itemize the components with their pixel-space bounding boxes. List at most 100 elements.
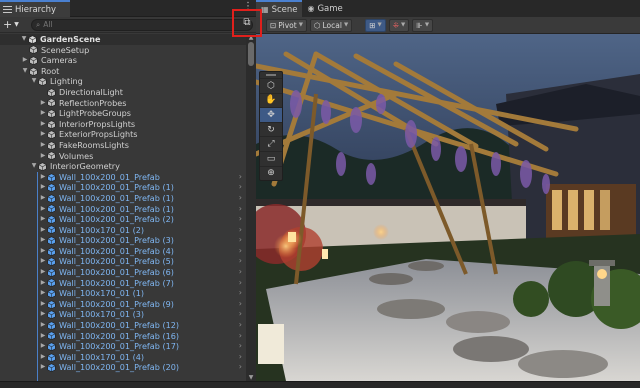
tree-row[interactable]: ▼ Lighting [0, 76, 246, 87]
tree-row[interactable]: ▶ Wall_100x200_01_Prefab (3) › [0, 235, 246, 246]
expand-arrow-down-icon[interactable]: ▼ [30, 161, 38, 172]
tree-row[interactable]: ▶ InteriorPropsLights [0, 119, 246, 130]
search-box[interactable]: ⌕ [31, 18, 253, 31]
rect-tool-icon[interactable]: ▭ [260, 150, 282, 166]
tree-row[interactable]: ▶ Volumes [0, 151, 246, 162]
tree-row[interactable]: ▶ ReflectionProbes [0, 98, 246, 109]
move-tool-icon[interactable]: ✥ [260, 107, 282, 122]
scene-root-row[interactable]: ▼ GardenScene [0, 34, 246, 45]
open-prefab-chevron-icon[interactable]: › [239, 182, 242, 193]
tree-row[interactable]: ▶ Wall_100x200_01_Prefab (6) › [0, 267, 246, 278]
tree-row[interactable]: SceneSetup [0, 45, 246, 56]
expand-arrow-right-icon[interactable]: ▶ [39, 140, 47, 151]
expand-arrow-right-icon[interactable]: ▶ [39, 225, 47, 236]
expand-arrow-right-icon[interactable]: ▶ [39, 256, 47, 267]
tree-row[interactable]: ▶ Wall_100x200_01_Prefab (20) › [0, 362, 246, 373]
snap-increment-button[interactable]: ⁜ ▼ [388, 18, 410, 32]
tree-row[interactable]: ▶ Wall_100x200_01_Prefab (1) › [0, 204, 246, 215]
scroll-down-icon[interactable]: ▼ [246, 374, 256, 381]
tree-row[interactable]: ▶ Wall_100x200_01_Prefab › [0, 172, 246, 183]
scale-tool-icon[interactable]: ⤢ [260, 136, 282, 151]
open-prefab-chevron-icon[interactable]: › [239, 214, 242, 225]
local-toggle-button[interactable]: ⬡ Local ▼ [309, 18, 353, 32]
expand-arrow-right-icon[interactable]: ▶ [39, 299, 47, 310]
expand-arrow-right-icon[interactable]: ▶ [39, 151, 47, 162]
expand-arrow-right-icon[interactable]: ▶ [39, 235, 47, 246]
open-prefab-chevron-icon[interactable]: › [239, 256, 242, 267]
expand-arrow-right-icon[interactable]: ▶ [39, 204, 47, 215]
grid-plane-button[interactable]: ⊪ ▼ [412, 18, 434, 32]
add-object-button[interactable]: + ▼ [3, 18, 27, 31]
tree-row[interactable]: ▶ Wall_100x200_01_Prefab (12) › [0, 320, 246, 331]
tree-row[interactable]: ▶ Wall_100x200_01_Prefab (9) › [0, 299, 246, 310]
expand-arrow-right-icon[interactable]: ▶ [39, 288, 47, 299]
expand-arrow-right-icon[interactable]: ▶ [39, 182, 47, 193]
open-prefab-chevron-icon[interactable]: › [239, 246, 242, 257]
expand-arrow-right-icon[interactable]: ▶ [39, 362, 47, 373]
expand-arrow-right-icon[interactable]: ▶ [39, 108, 47, 119]
open-prefab-chevron-icon[interactable]: › [239, 288, 242, 299]
tree-row[interactable]: ▶ Wall_100x200_01_Prefab (16) › [0, 331, 246, 342]
expand-arrow-right-icon[interactable]: ▶ [39, 341, 47, 352]
tree-row[interactable]: ▶ ExteriorPropsLights [0, 129, 246, 140]
tree-row[interactable]: ▶ Wall_100x200_01_Prefab (7) › [0, 278, 246, 289]
tree-row[interactable]: ▶ Cameras [0, 55, 246, 66]
expand-arrow-right-icon[interactable]: ▶ [39, 129, 47, 140]
open-prefab-chevron-icon[interactable]: › [239, 278, 242, 289]
open-prefab-chevron-icon[interactable]: › [239, 352, 242, 363]
expand-arrow-right-icon[interactable]: ▶ [39, 267, 47, 278]
expand-arrow-down-icon[interactable]: ▼ [30, 76, 38, 87]
expand-arrow-right-icon[interactable]: ▶ [39, 172, 47, 183]
expand-arrow-right-icon[interactable]: ▶ [39, 320, 47, 331]
tree-row[interactable]: ▶ Wall_100x200_01_Prefab (5) › [0, 256, 246, 267]
tree-row[interactable]: ▼ InteriorGeometry [0, 161, 246, 172]
tree-row[interactable]: DirectionalLight [0, 87, 246, 98]
tree-row[interactable]: ▶ Wall_100x170_01 (2) › [0, 225, 246, 236]
pivot-toggle-button[interactable]: ⊡ Pivot ▼ [266, 18, 307, 32]
expand-arrow-right-icon[interactable]: ▶ [39, 193, 47, 204]
open-prefab-chevron-icon[interactable]: › [239, 331, 242, 342]
expand-arrow-right-icon[interactable]: ▶ [39, 246, 47, 257]
hand-tool-icon[interactable]: ✋ [260, 92, 282, 108]
expand-arrow-right-icon[interactable]: ▶ [39, 278, 47, 289]
open-prefab-chevron-icon[interactable]: › [239, 320, 242, 331]
open-prefab-chevron-icon[interactable]: › [239, 362, 242, 373]
expand-arrow-right-icon[interactable]: ▶ [39, 352, 47, 363]
open-prefab-chevron-icon[interactable]: › [239, 225, 242, 236]
expand-arrow-down-icon[interactable]: ▼ [20, 34, 28, 45]
hierarchy-scrollbar[interactable]: ▲ ▼ [246, 34, 256, 381]
tree-row[interactable]: ▶ Wall_100x200_01_Prefab (2) › [0, 214, 246, 225]
search-input[interactable] [43, 20, 164, 29]
tree-row[interactable]: ▶ Wall_100x170_01 (3) › [0, 309, 246, 320]
expand-arrow-right-icon[interactable]: ▶ [39, 331, 47, 342]
tree-row[interactable]: ▶ FakeRoomsLights [0, 140, 246, 151]
tab-hierarchy[interactable]: Hierarchy [0, 0, 70, 17]
expand-arrow-right-icon[interactable]: ▶ [39, 214, 47, 225]
expand-arrow-down-icon[interactable]: ▼ [21, 66, 29, 77]
transform-tool-icon[interactable]: ⊕ [260, 165, 282, 181]
open-prefab-chevron-icon[interactable]: › [239, 309, 242, 320]
tab-scene[interactable]: ▦ Scene [256, 0, 303, 17]
rotate-tool-icon[interactable]: ↻ [260, 121, 282, 137]
expand-arrow-right-icon[interactable]: ▶ [39, 119, 47, 130]
scrollbar-thumb[interactable] [248, 42, 254, 66]
tree-row[interactable]: ▶ Wall_100x200_01_Prefab (17) › [0, 341, 246, 352]
view-tool-icon[interactable]: ⬡ [260, 78, 282, 93]
tree-row[interactable]: ▶ Wall_100x170_01 (4) › [0, 352, 246, 363]
open-prefab-chevron-icon[interactable]: › [239, 172, 242, 183]
open-prefab-chevron-icon[interactable]: › [239, 193, 242, 204]
tree-row[interactable]: ▶ LightProbeGroups [0, 108, 246, 119]
open-prefab-chevron-icon[interactable]: › [239, 235, 242, 246]
expand-arrow-right-icon[interactable]: ▶ [39, 309, 47, 320]
grid-snapping-button[interactable]: ⊞ ▼ [365, 18, 386, 32]
tree-row[interactable]: ▼ Root [0, 66, 246, 77]
scene-viewport[interactable]: ⬡ ✋ ✥ ↻ ⤢ ▭ ⊕ [256, 34, 640, 381]
expand-arrow-right-icon[interactable]: ▶ [39, 98, 47, 109]
tree-row[interactable]: ▶ Wall_100x200_01_Prefab (1) › [0, 193, 246, 204]
open-prefab-chevron-icon[interactable]: › [239, 299, 242, 310]
tree-row[interactable]: ▶ Wall_100x170_01 (1) › [0, 288, 246, 299]
tree-row[interactable]: ▶ Wall_100x200_01_Prefab (1) › [0, 182, 246, 193]
open-prefab-chevron-icon[interactable]: › [239, 204, 242, 215]
open-prefab-chevron-icon[interactable]: › [239, 267, 242, 278]
tree-row[interactable]: ▶ Wall_100x200_01_Prefab (4) › [0, 246, 246, 257]
